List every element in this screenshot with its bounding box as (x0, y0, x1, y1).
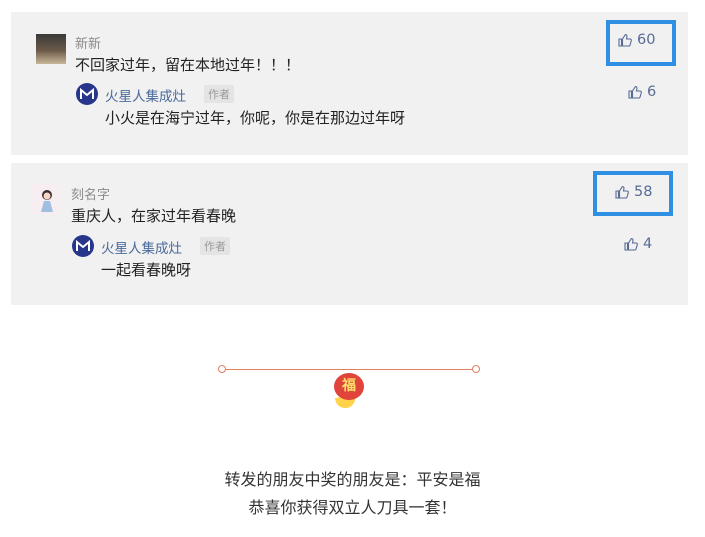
reply-author-name[interactable]: 火星人集成灶 (105, 85, 186, 105)
user-avatar[interactable] (32, 184, 62, 214)
brand-logo-icon (72, 235, 94, 257)
highlight-box (593, 171, 673, 216)
reply-like-count: 4 (643, 236, 653, 252)
reply-text: 一起看春晚呀 (101, 261, 192, 279)
announcement-line-1: 转发的朋友中奖的朋友是：平安是福 (224, 470, 481, 489)
thumbs-up-icon (628, 85, 642, 99)
comment-card: 新新 不回家过年，留在本地过年！！！ 火星人集成灶 作者 小火是在海宁过年，你呢… (11, 12, 688, 155)
author-tag: 作者 (204, 85, 234, 103)
reply-like-button[interactable]: 4 (623, 236, 652, 252)
comment-username[interactable]: 新新 (75, 33, 101, 52)
divider-dot-left (218, 365, 226, 373)
highlight-box (606, 20, 676, 66)
reply-like-button[interactable]: 6 (627, 84, 656, 100)
reply-author-name[interactable]: 火星人集成灶 (101, 237, 182, 257)
announcement-line-2: 恭喜你获得双立人刀具一套！ (248, 498, 457, 517)
thumbs-up-icon (624, 237, 638, 251)
reply-text: 小火是在海宁过年，你呢，你是在那边过年呀 (105, 109, 406, 127)
reply-like-count: 6 (647, 84, 657, 100)
comment-card: 刻名字 重庆人，在家过年看春晚 火星人集成灶 作者 一起看春晚呀 58 4 (11, 163, 688, 305)
divider-dot-right (472, 365, 480, 373)
author-tag: 作者 (200, 237, 230, 255)
comment-text: 重庆人，在家过年看春晚 (71, 207, 237, 225)
comment-username[interactable]: 刻名字 (71, 184, 110, 203)
user-avatar[interactable] (36, 34, 66, 64)
fu-lantern-icon: 福 (334, 373, 364, 400)
comment-text: 不回家过年，留在本地过年！！！ (75, 56, 301, 74)
divider-line (222, 369, 476, 370)
brand-logo-icon (76, 83, 98, 105)
